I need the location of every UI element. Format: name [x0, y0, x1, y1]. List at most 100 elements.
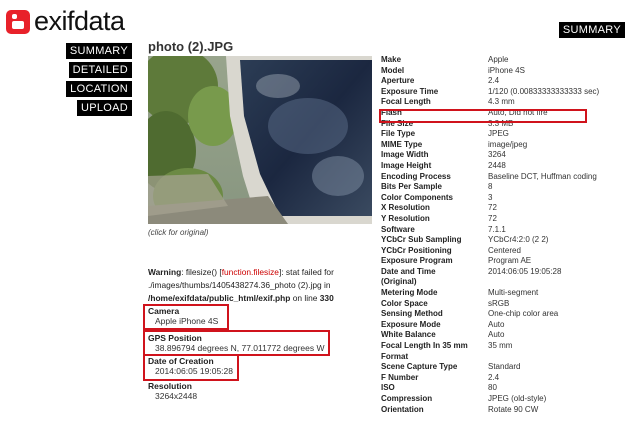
nav-location[interactable]: LOCATION	[66, 81, 132, 97]
exif-value: Rotate 90 CW	[488, 404, 539, 414]
exif-row: Focal Length 4.3 mm	[381, 97, 599, 108]
exif-row: Exposure Mode Auto	[381, 320, 599, 331]
exif-key: Exposure Time	[381, 86, 439, 96]
php-warning: Warning: filesize() [function.filesize]:…	[148, 266, 376, 305]
photo-image	[148, 56, 372, 224]
exif-row: Model iPhone 4S	[381, 66, 599, 77]
exif-key: MIME Type	[381, 139, 423, 149]
exif-row: Format	[381, 352, 599, 363]
exif-value: Auto	[488, 319, 505, 329]
exif-row: White Balance Auto	[381, 330, 599, 341]
exif-row: Encoding Process Baseline DCT, Huffman co…	[381, 172, 599, 183]
exif-value: 2.4	[488, 76, 500, 86]
exif-value: Program AE	[488, 256, 532, 266]
exif-row: Bits Per Sample 8	[381, 182, 599, 193]
exif-row: Image Height 2448	[381, 161, 599, 172]
exif-key: Compression	[381, 394, 433, 403]
exif-key: Focal Length In 35 mm	[381, 341, 468, 351]
photo-thumbnail[interactable]	[148, 56, 372, 224]
exif-key: F Number	[381, 372, 419, 382]
exif-value: JPEG	[488, 129, 509, 139]
exif-key: Exposure Mode	[381, 319, 441, 329]
nav-summary[interactable]: SUMMARY	[65, 43, 132, 59]
exif-key: Orientation	[381, 404, 424, 414]
exif-key: Model	[381, 65, 405, 75]
warning-line: 330	[319, 293, 334, 303]
exif-row: Aperture 2.4	[381, 76, 599, 87]
exif-value: 4.3 mm	[488, 97, 515, 107]
exif-key: Software	[381, 224, 415, 234]
exif-key: Color Space	[381, 298, 428, 308]
exif-value: sRGB	[488, 298, 510, 308]
exif-key: (Original)	[381, 277, 417, 287]
nav-detailed[interactable]: DETAILED	[68, 62, 132, 78]
exif-value: image/jpeg	[488, 139, 528, 149]
exif-key: White Balance	[381, 330, 436, 340]
warning-text-3: on line	[290, 293, 320, 303]
exif-value: 8	[488, 182, 493, 192]
date-highlight-box	[143, 354, 239, 381]
resolution-value: 3264x2448	[155, 391, 198, 401]
exif-value: YCbCr4:2:0 (2 2)	[488, 235, 549, 245]
exif-key: Color Components	[381, 192, 453, 202]
exif-row: Metering Mode Multi-segment	[381, 288, 599, 299]
exif-key: X Resolution	[381, 203, 430, 213]
exif-key: Make	[381, 55, 402, 64]
exif-key: Format	[381, 351, 409, 361]
exif-key: Scene Capture Type	[381, 362, 458, 372]
exif-value: Apple	[488, 55, 509, 64]
warning-path: /home/exifdata/public_html/exif.php	[148, 293, 291, 303]
exif-value: 7.1.1	[488, 224, 506, 234]
exif-row: Image Width 3264	[381, 150, 599, 161]
exif-row: Scene Capture Type Standard	[381, 362, 599, 373]
exif-value	[488, 277, 599, 288]
resolution-info: Resolution 3264x2448	[148, 381, 197, 401]
exif-row: Compression JPEG (old-style)	[381, 394, 599, 405]
exif-value: 72	[488, 213, 497, 223]
exif-value: 72	[488, 203, 497, 213]
exif-row: Date and Time 2014:06:05 19:05:28	[381, 267, 599, 278]
exif-key: File Type	[381, 129, 416, 139]
exif-key: ISO	[381, 383, 395, 393]
exif-key: Bits Per Sample	[381, 182, 442, 192]
exif-row: Make Apple	[381, 55, 599, 66]
main-nav: SUMMARY DETAILED LOCATION UPLOAD	[65, 43, 132, 116]
exif-value: 2448	[488, 160, 506, 170]
warning-function-link[interactable]: function.filesize	[222, 267, 279, 277]
exif-row: X Resolution 72	[381, 203, 599, 214]
exif-value: One-chip color area	[488, 309, 559, 319]
exif-value: JPEG (old-style)	[488, 394, 547, 403]
flash-highlight-box	[379, 109, 587, 123]
summary-button-top[interactable]: SUMMARY	[558, 22, 625, 38]
logo-icon	[6, 9, 30, 34]
exif-value: 1/120 (0.00833333333333 sec)	[488, 86, 600, 96]
exif-row: YCbCr Positioning Centered	[381, 246, 599, 257]
gps-highlight-box	[143, 330, 330, 356]
exif-value: Standard	[488, 362, 521, 372]
exif-row: YCbCr Sub Sampling YCbCr4:2:0 (2 2)	[381, 235, 599, 246]
exif-key: Sensing Method	[381, 309, 443, 319]
exif-row: Y Resolution 72	[381, 214, 599, 225]
exif-key: Image Width	[381, 150, 429, 160]
exif-row: (Original)	[381, 277, 599, 288]
exif-row: Color Space sRGB	[381, 299, 599, 310]
exif-key: Y Resolution	[381, 213, 430, 223]
exif-value: Auto	[488, 330, 505, 340]
exif-key: YCbCr Sub Sampling	[381, 235, 462, 245]
exif-row: Sensing Method One-chip color area	[381, 309, 599, 320]
exif-row: Exposure Program Program AE	[381, 256, 599, 267]
exif-row: MIME Type image/jpeg	[381, 140, 599, 151]
logo-text: exifdata	[34, 6, 125, 36]
exif-value: Multi-segment	[488, 288, 539, 298]
nav-upload[interactable]: UPLOAD	[76, 100, 132, 116]
photo-caption[interactable]: (click for original)	[148, 228, 208, 237]
exif-value: 3264	[488, 150, 506, 160]
exif-row: Software 7.1.1	[381, 225, 599, 236]
exif-value: 2.4	[488, 372, 500, 382]
exif-value: Baseline DCT, Huffman coding	[488, 171, 597, 181]
exif-value: 80	[488, 383, 497, 393]
exif-row: Exposure Time 1/120 (0.00833333333333 sec…	[381, 87, 599, 98]
exif-value: iPhone 4S	[488, 65, 525, 75]
exifdata-logo[interactable]: exifdata	[6, 6, 125, 37]
warning-label: Warning	[148, 267, 182, 277]
